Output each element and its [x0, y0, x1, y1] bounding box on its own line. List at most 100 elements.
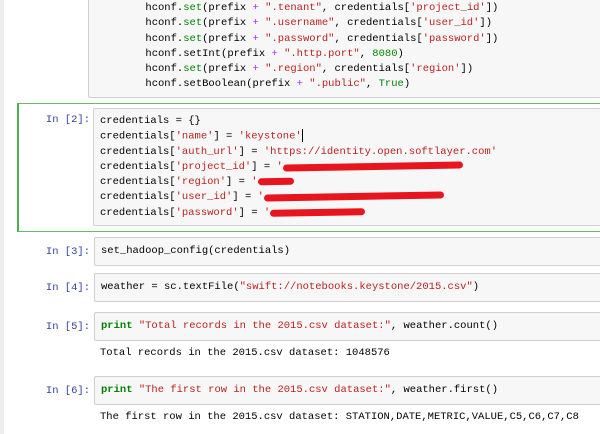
code-line: credentials['auth_url'] = 'https://ident…	[100, 145, 600, 160]
code-cell-credentials-selected[interactable]: In [2]: credentials = {} credentials['nam…	[17, 103, 600, 232]
code-line: credentials = {}	[100, 114, 600, 129]
string-token: '	[257, 191, 264, 204]
code-input[interactable]: credentials = {} credentials['name'] = 'k…	[93, 108, 600, 226]
code-token: hconf.setInt(prefix	[95, 47, 272, 60]
string-token: 'https://identity.open.softlayer.com'	[263, 145, 497, 158]
redaction-mark	[263, 191, 444, 202]
code-token: ] =	[213, 130, 239, 143]
code-token: True	[378, 78, 404, 91]
code-token: ] =	[238, 206, 264, 219]
code-token: credentials[	[100, 176, 176, 189]
string-token: 'auth_url'	[175, 145, 239, 158]
notebook: hconf.set(prefix + ".tenant", credential…	[4, 0, 600, 434]
string-token: "swift://notebooks.keystone/2015.csv"	[239, 281, 473, 293]
code-token: ] =	[226, 176, 252, 189]
number-token: 8080	[372, 47, 398, 60]
string-token: ".region"	[265, 63, 322, 76]
cell-prompt: In [2]:	[45, 114, 90, 126]
code-input[interactable]: print "Total records in the 2015.csv dat…	[94, 312, 600, 341]
code-token: )	[397, 47, 404, 60]
code-input[interactable]: weather = sc.textFile("swift://notebooks…	[94, 273, 600, 302]
redaction-mark	[270, 207, 366, 217]
code-token: hconf.	[95, 63, 184, 76]
code-line: credentials['project_id'] = '	[100, 160, 600, 175]
code-token: , weather.count()	[390, 320, 498, 332]
code-cell-count[interactable]: In [5]: print "Total records in the 2015…	[17, 312, 600, 364]
code-line: set_hadoop_config(credentials)	[101, 244, 600, 259]
string-token: 'user_id'	[175, 191, 233, 204]
code-line: credentials['user_id'] = '	[100, 190, 600, 205]
code-token: set	[183, 63, 203, 76]
code-line: credentials['password'] = '	[100, 206, 600, 221]
code-line: credentials['region'] = '	[100, 175, 600, 190]
string-token: 'password'	[175, 206, 239, 219]
keyword-token: print	[101, 384, 133, 396]
code-token: credentials = {}	[100, 115, 201, 127]
keyword-token: print	[101, 320, 133, 332]
code-cell-weather-textfile[interactable]: In [4]: weather = sc.textFile("swift://n…	[17, 273, 600, 303]
code-token: ])	[460, 63, 474, 76]
code-token: , credentials[	[334, 32, 423, 45]
code-token: ,	[365, 78, 379, 91]
code-cell-first[interactable]: In [6]: print "The first row in the 2015…	[17, 376, 600, 428]
code-token: ] =	[238, 145, 264, 158]
string-token: "Total records in the 2015.csv dataset:"	[138, 320, 391, 332]
cell-prompt: In [5]:	[45, 321, 90, 333]
redaction-mark	[257, 177, 294, 186]
string-token: '	[251, 176, 258, 189]
string-token: ".public"	[309, 78, 366, 91]
code-token: credentials[	[100, 191, 176, 204]
string-token: ".password"	[265, 32, 335, 45]
code-token: hconf.	[95, 2, 184, 14]
string-token: 'password'	[422, 32, 486, 45]
code-cell-set-hadoop-config[interactable]: In [3]: set_hadoop_config(credentials)	[17, 237, 600, 267]
code-input[interactable]: hconf.set(prefix + ".tenant", credential…	[88, 0, 600, 98]
code-token: credentials[	[100, 130, 176, 143]
string-token: 'user_id'	[422, 17, 480, 30]
string-token: ".tenant"	[265, 2, 322, 14]
code-token: hconf.	[95, 32, 184, 45]
text-cursor	[301, 129, 303, 143]
code-line: hconf.set(prefix + ".username", credenti…	[95, 16, 600, 31]
code-token: , credentials[	[321, 63, 411, 76]
code-token: ] =	[251, 160, 277, 173]
string-token: 'project_id'	[410, 2, 486, 14]
code-token: )	[403, 78, 411, 91]
code-token: hconf.setBoolean(prefix	[95, 78, 297, 91]
code-token: hconf.	[95, 17, 184, 30]
code-input[interactable]: print "The first row in the 2015.csv dat…	[94, 376, 600, 405]
code-token: (prefix	[202, 63, 253, 76]
cell-prompt: In [3]:	[45, 246, 90, 258]
redaction-mark	[282, 161, 463, 172]
cell-prompt: In [4]:	[45, 282, 90, 294]
code-line: hconf.setInt(prefix + ".http.port", 8080…	[95, 47, 600, 62]
code-token: (prefix	[202, 32, 253, 45]
cell-prompt: In [6]:	[45, 385, 90, 397]
code-line: hconf.set(prefix + ".tenant", credential…	[95, 1, 600, 16]
code-token: ])	[485, 32, 499, 45]
code-token: , credentials[	[334, 17, 423, 30]
string-token: 'project_id'	[175, 160, 252, 173]
string-token: 'keystone'	[238, 130, 302, 143]
code-input[interactable]: set_hadoop_config(credentials)	[94, 237, 600, 266]
cell-output: The first row in the 2015.csv dataset: S…	[100, 411, 579, 423]
string-token: 'region'	[175, 176, 227, 189]
code-line: print "The first row in the 2015.csv dat…	[101, 383, 600, 398]
code-token: credentials[	[100, 160, 176, 173]
string-token: ".http.port"	[284, 47, 360, 60]
code-token: (prefix	[202, 2, 253, 14]
string-token: ".username"	[265, 17, 335, 30]
code-token: weather = sc.textFile(	[101, 281, 240, 293]
cell-output: Total records in the 2015.csv dataset: 1…	[100, 347, 390, 359]
string-token: 'name'	[175, 130, 214, 143]
code-token: credentials[	[100, 206, 176, 219]
code-token: , weather.first()	[390, 384, 498, 396]
code-token: , credentials[	[321, 2, 411, 14]
code-token: set	[183, 17, 203, 30]
code-token: ])	[485, 2, 499, 14]
code-line: weather = sc.textFile("swift://notebooks…	[101, 280, 600, 295]
code-cell-config[interactable]: hconf.set(prefix + ".tenant", credential…	[17, 0, 600, 98]
code-token: )	[472, 281, 480, 293]
code-line: credentials['name'] = 'keystone'	[100, 129, 600, 144]
string-token: 'region'	[410, 63, 461, 76]
